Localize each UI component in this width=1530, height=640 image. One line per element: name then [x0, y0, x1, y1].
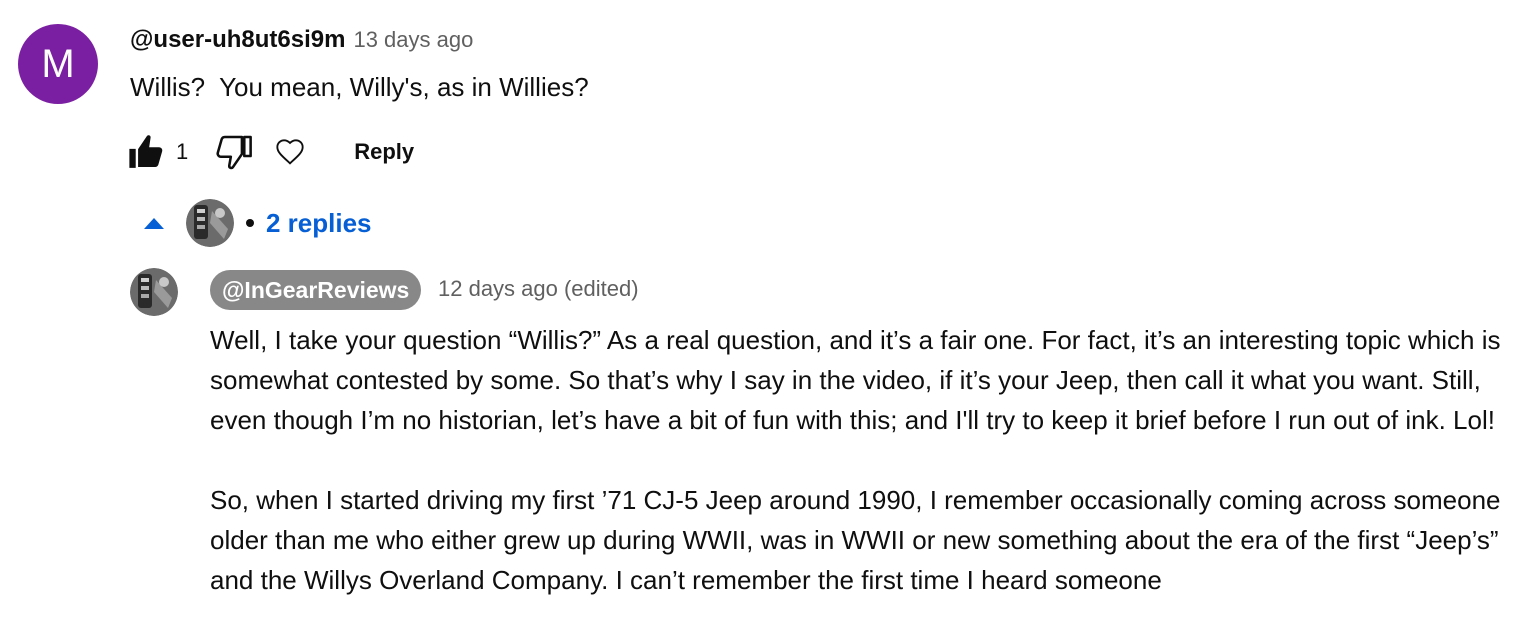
reply-button[interactable]: Reply: [354, 139, 414, 165]
reply-timestamp[interactable]: 12 days ago (edited): [438, 276, 639, 302]
reply-text: Well, I take your question “Willis?” As …: [210, 320, 1520, 640]
like-button[interactable]: [126, 132, 166, 172]
comment-actions: 1 Reply: [126, 132, 414, 172]
comment-author[interactable]: @user-uh8ut6si9m: [130, 26, 345, 53]
replies-toggle[interactable]: 2 replies: [140, 196, 372, 250]
reply-author-chip[interactable]: @InGearReviews: [210, 270, 422, 310]
chevron-up-icon: [144, 217, 164, 229]
comment-header: @user-uh8ut6si9m 13 days ago: [130, 26, 473, 54]
reply-author-avatar[interactable]: [130, 268, 178, 316]
like-count: 1: [176, 139, 189, 164]
dislike-button[interactable]: [214, 132, 254, 172]
replier-avatar: [186, 199, 234, 247]
thumbs-up-icon: [129, 135, 163, 168]
thumbs-down-icon: [216, 135, 253, 170]
separator-dot: [246, 219, 254, 227]
comment-timestamp[interactable]: 13 days ago: [353, 27, 473, 52]
replies-count-label[interactable]: 2 replies: [266, 208, 372, 239]
comment-text: Willis? You mean, Willy's, as in Willies…: [130, 72, 589, 102]
reply-paragraph: So, when I started driving my first ’71 …: [210, 485, 1501, 595]
heart-button[interactable]: [270, 132, 310, 172]
commenter-avatar[interactable]: M: [18, 24, 98, 104]
heart-icon: [276, 139, 304, 165]
reply-paragraph: Well, I take your question “Willis?” As …: [210, 325, 1501, 435]
